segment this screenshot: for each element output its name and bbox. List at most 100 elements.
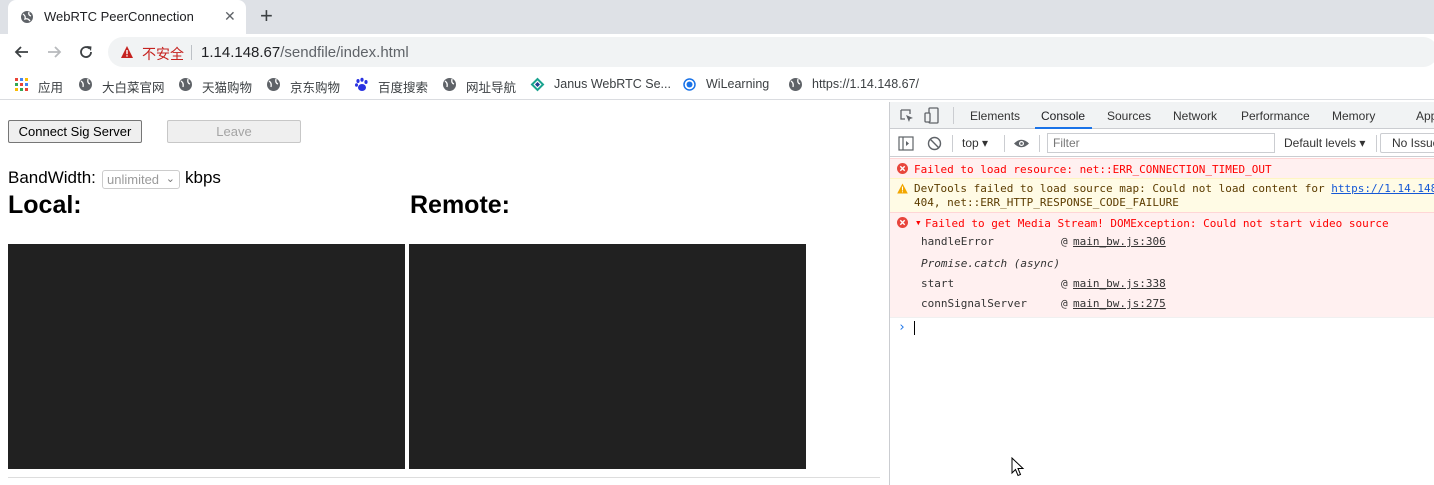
browser-tab[interactable]: WebRTC PeerConnection ✕: [8, 0, 246, 34]
console-input[interactable]: ›: [890, 317, 1434, 337]
bookmark-label: 大白菜官网: [102, 81, 165, 95]
tab-elements[interactable]: Elements: [970, 109, 1020, 123]
message-text: Failed to load resource: net::ERR_CONNEC…: [914, 163, 1272, 176]
eye-icon[interactable]: [1013, 138, 1030, 149]
divider: [8, 477, 880, 478]
globe-icon: [267, 78, 280, 91]
expand-triangle-icon[interactable]: ▾: [915, 216, 922, 229]
dropdown-arrow-icon: ▾: [1359, 136, 1366, 150]
stack-frame-fn: handleError: [921, 235, 994, 248]
bandwidth-select[interactable]: unlimited ⌄: [102, 170, 180, 189]
reload-icon[interactable]: [76, 42, 96, 62]
stack-async-label: Promise.catch (async): [921, 257, 1061, 270]
globe-icon: [789, 78, 802, 91]
globe-icon: [79, 78, 92, 91]
url-text[interactable]: 1.14.148.67/sendfile/index.html: [201, 44, 409, 61]
stack-frame-fn: connSignalServer: [921, 297, 1027, 310]
bandwidth-selected-value: unlimited: [107, 172, 160, 187]
local-heading: Local:: [8, 191, 82, 219]
new-tab-button[interactable]: +: [260, 5, 273, 27]
stack-frame-at: @: [1061, 235, 1068, 248]
mouse-pointer-icon: [1011, 457, 1025, 477]
bandwidth-unit: kbps: [185, 168, 221, 187]
browser-toolbar: 不安全 1.14.148.67/sendfile/index.html: [0, 34, 1434, 70]
security-label[interactable]: 不安全: [142, 44, 184, 64]
toolbar-divider: [1376, 135, 1377, 152]
message-text-line2: 404, net::ERR_HTTP_RESPONSE_CODE_FAILURE: [914, 196, 1179, 209]
log-levels-value: Default levels: [1284, 136, 1357, 150]
remote-video: [409, 244, 806, 469]
globe-icon: [21, 11, 33, 23]
stack-frame-at: @: [1061, 297, 1068, 310]
text-caret: [914, 321, 915, 335]
tab-performance[interactable]: Performance: [1241, 109, 1310, 123]
bookmark-label: 应用: [38, 81, 64, 95]
message-text: DevTools failed to load source map: Coul…: [914, 182, 1434, 195]
console-error-expanded: ▾ Failed to get Media Stream! DOMExcepti…: [890, 212, 1434, 317]
inspect-element-icon[interactable]: [899, 108, 915, 124]
globe-icon: [443, 78, 456, 91]
blue-dot-icon: [683, 78, 696, 91]
browser-tabstrip: WebRTC PeerConnection ✕ +: [0, 0, 1434, 34]
stack-frame-at: @: [1061, 277, 1068, 290]
warning-triangle-icon[interactable]: [120, 45, 134, 59]
console-filter-input[interactable]: Filter: [1047, 133, 1275, 153]
globe-icon: [179, 78, 192, 91]
active-tab-indicator: [1035, 127, 1092, 129]
console-error-message: Failed to load resource: net::ERR_CONNEC…: [890, 158, 1434, 178]
bookmark-label: 天猫购物: [202, 81, 253, 95]
url-host: 1.14.148.67: [201, 44, 281, 61]
address-bar[interactable]: 不安全 1.14.148.67/sendfile/index.html: [108, 37, 1434, 67]
local-video: [8, 244, 405, 469]
bandwidth-label: BandWidth:: [8, 168, 96, 187]
tab-console[interactable]: Console: [1041, 109, 1085, 123]
devtools-panel: Elements Console Sources Network Perform…: [889, 102, 1434, 485]
log-levels-dropdown[interactable]: Default levels ▾: [1284, 136, 1365, 150]
error-icon: [897, 163, 908, 174]
warning-text: DevTools failed to load source map: Coul…: [914, 182, 1332, 195]
toolbar-divider: [953, 107, 954, 124]
devtools-tabbar: Elements Console Sources Network Perform…: [890, 102, 1434, 129]
connect-sig-server-button[interactable]: Connect Sig Server: [8, 120, 142, 143]
bookmarks-bar: 应用 大白菜官网 天猫购物 京东购物 百度搜索 网址导航 Janus WebRT…: [0, 70, 1434, 100]
stack-frame-link[interactable]: main_bw.js:275: [1073, 297, 1166, 310]
context-selector[interactable]: top ▾: [962, 136, 988, 150]
stack-frame-fn: start: [921, 277, 955, 290]
tab-network[interactable]: Network: [1173, 109, 1217, 123]
chevron-down-icon: ⌄: [165, 173, 175, 185]
back-arrow-icon[interactable]: [12, 42, 32, 62]
console-warning-message: DevTools failed to load source map: Coul…: [890, 178, 1434, 212]
dropdown-arrow-icon: ▾: [982, 136, 989, 150]
tab-close-icon[interactable]: ✕: [224, 8, 236, 25]
bookmark-label: Janus WebRTC Se...: [554, 77, 671, 91]
apps-grid-icon: [15, 78, 28, 91]
stack-frame-link[interactable]: main_bw.js:306: [1073, 235, 1166, 248]
toolbar-divider: [1004, 135, 1005, 152]
sidebar-toggle-icon[interactable]: [898, 136, 914, 151]
error-icon: [897, 217, 908, 228]
device-toolbar-icon[interactable]: [924, 107, 940, 124]
url-path: /sendfile/index.html: [280, 44, 409, 61]
message-text: Failed to get Media Stream! DOMException…: [925, 217, 1389, 230]
source-map-link[interactable]: https://1.14.148: [1331, 182, 1434, 195]
warning-icon: [897, 183, 908, 194]
leave-button[interactable]: Leave: [167, 120, 301, 143]
bookmark-label: https://1.14.148.67/: [812, 77, 920, 91]
forward-arrow-icon[interactable]: [44, 42, 64, 62]
bookmark-label: 京东购物: [290, 81, 341, 95]
bookmark-label: 网址导航: [466, 81, 517, 95]
clear-console-icon[interactable]: [927, 136, 942, 151]
bookmark-label: 百度搜索: [378, 81, 429, 95]
page-content: Connect Sig Server Leave BandWidth: unli…: [0, 102, 889, 485]
omnibox-divider: [191, 45, 192, 60]
tab-memory[interactable]: Memory: [1332, 109, 1375, 123]
tab-application[interactable]: Applic: [1416, 109, 1434, 123]
bookmark-label: WiLearning: [706, 77, 770, 91]
stack-frame-link[interactable]: main_bw.js:338: [1073, 277, 1166, 290]
tab-sources[interactable]: Sources: [1107, 109, 1151, 123]
context-value: top: [962, 136, 979, 150]
baidu-paw-icon: [355, 77, 368, 91]
tab-title: WebRTC PeerConnection: [44, 9, 194, 24]
issues-button[interactable]: No Issue: [1380, 133, 1434, 153]
prompt-chevron-icon: ›: [898, 320, 906, 335]
